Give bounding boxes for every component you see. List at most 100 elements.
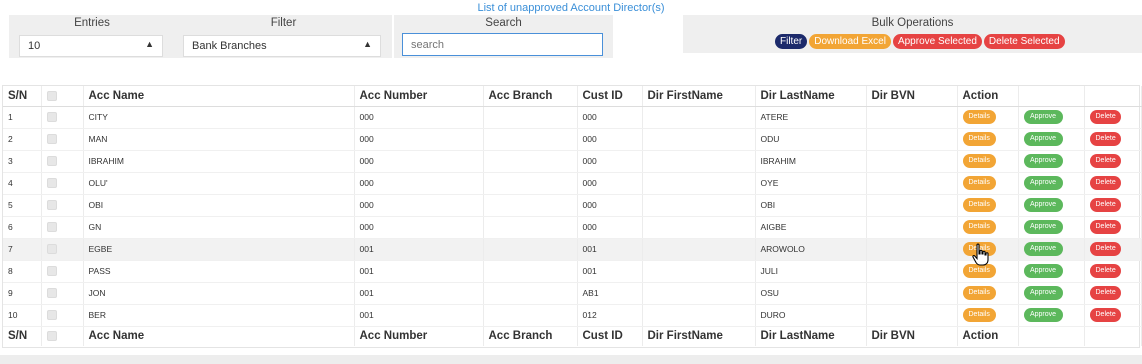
col-action: Action	[957, 325, 1019, 346]
row-checkbox[interactable]	[46, 134, 57, 145]
cell-sn: 8	[3, 260, 42, 283]
delete-button[interactable]: Delete	[1089, 264, 1121, 278]
cell-acc-number: 000	[354, 150, 484, 173]
download-excel-button[interactable]: Download Excel	[809, 34, 891, 49]
col-select[interactable]	[41, 325, 84, 346]
select-all-checkbox[interactable]	[46, 331, 57, 342]
delete-button[interactable]: Delete	[1089, 132, 1121, 146]
table-row[interactable]: 3 IBRAHIM 000 000 IBRAHIM Details Approve Delet…	[3, 150, 1142, 173]
approve-button[interactable]: Approve	[1023, 264, 1063, 278]
col-dir-bvn[interactable]: Dir BVN	[866, 86, 958, 107]
col-acc-number[interactable]: Acc Number	[354, 86, 484, 107]
cell-sn: 6	[3, 216, 42, 239]
row-checkbox[interactable]	[46, 288, 57, 299]
filter-select[interactable]: Bank Branches ▲	[183, 35, 381, 57]
cell-dir-bvn	[866, 304, 958, 327]
delete-button[interactable]: Delete	[1089, 198, 1121, 212]
details-button[interactable]: Details	[962, 198, 996, 212]
col-dir-firstname[interactable]: Dir FirstName	[642, 325, 756, 346]
row-checkbox[interactable]	[46, 200, 57, 211]
search-input[interactable]	[402, 33, 603, 56]
col-acc-branch[interactable]: Acc Branch	[483, 325, 578, 346]
details-button[interactable]: Details	[962, 176, 996, 190]
cell-acc-number: 000	[354, 216, 484, 239]
approve-button[interactable]: Approve	[1023, 176, 1063, 190]
filter-button[interactable]: Filter	[775, 34, 808, 49]
approve-button[interactable]: Approve	[1023, 286, 1063, 300]
col-acc-name[interactable]: Acc Name	[83, 325, 355, 346]
cell-select	[41, 282, 84, 305]
cell-cust-id: 001	[577, 238, 643, 261]
delete-button[interactable]: Delete	[1089, 220, 1121, 234]
delete-button[interactable]: Delete	[1089, 242, 1121, 256]
table-row[interactable]: 1 CITY 000 000 ATERE Details Approve Delete	[3, 106, 1142, 129]
row-checkbox[interactable]	[46, 310, 57, 321]
row-checkbox[interactable]	[46, 178, 57, 189]
cell-acc-number: 001	[354, 238, 484, 261]
details-button[interactable]: Details	[962, 154, 996, 168]
col-dir-firstname[interactable]: Dir FirstName	[642, 86, 756, 107]
cell-sn: 3	[3, 150, 42, 173]
col-select[interactable]	[41, 86, 84, 107]
approve-button[interactable]: Approve	[1023, 154, 1063, 168]
col-dir-lastname[interactable]: Dir LastName	[755, 86, 867, 107]
row-checkbox[interactable]	[46, 266, 57, 277]
delete-button[interactable]: Delete	[1089, 176, 1121, 190]
delete-button[interactable]: Delete	[1089, 110, 1121, 124]
cell-details: Details	[957, 282, 1019, 305]
row-checkbox[interactable]	[46, 222, 57, 233]
details-button[interactable]: Details	[962, 220, 996, 234]
details-button[interactable]: Details	[962, 286, 996, 300]
hand-pointer-icon	[972, 243, 989, 266]
row-checkbox[interactable]	[46, 112, 57, 123]
approve-selected-button[interactable]: Approve Selected	[892, 34, 982, 49]
cell-approve: Approve	[1018, 304, 1085, 327]
cell-cust-id: AB1	[577, 282, 643, 305]
approve-button[interactable]: Approve	[1023, 242, 1063, 256]
row-checkbox[interactable]	[46, 244, 57, 255]
col-sn[interactable]: S/N	[3, 325, 42, 346]
col-dir-lastname[interactable]: Dir LastName	[755, 325, 867, 346]
table-row[interactable]: 6 GN 000 000 AIGBE Details Approve Delete	[3, 216, 1142, 239]
approve-button[interactable]: Approve	[1023, 220, 1063, 234]
select-all-checkbox[interactable]	[46, 90, 57, 101]
table-row[interactable]: 2 MAN 000 000 ODU Details Approve Delete	[3, 128, 1142, 151]
cell-dir-firstname	[642, 172, 756, 195]
cell-approve: Approve	[1018, 238, 1085, 261]
col-acc-branch[interactable]: Acc Branch	[483, 86, 578, 107]
details-button[interactable]: Details	[962, 308, 996, 322]
col-acc-name[interactable]: Acc Name	[83, 86, 355, 107]
approve-button[interactable]: Approve	[1023, 198, 1063, 212]
col-acc-number[interactable]: Acc Number	[354, 325, 484, 346]
table-row[interactable]: 5 OBI 000 000 OBI Details Approve Delete	[3, 194, 1142, 217]
cell-dir-lastname: OSU	[755, 282, 867, 305]
details-button[interactable]: Details	[962, 110, 996, 124]
cell-approve: Approve	[1018, 194, 1085, 217]
cell-approve: Approve	[1018, 216, 1085, 239]
col-cust-id[interactable]: Cust ID	[577, 86, 643, 107]
col-dir-bvn[interactable]: Dir BVN	[866, 325, 958, 346]
details-button[interactable]: Details	[962, 132, 996, 146]
entries-select[interactable]: 10 ▲	[19, 35, 163, 57]
cell-approve: Approve	[1018, 150, 1085, 173]
table-row[interactable]: 10 BER 001 012 DURO Details Approve Delete	[3, 304, 1142, 327]
table-row[interactable]: 9 JON 001 AB1 OSU Details Approve Delete	[3, 282, 1142, 305]
cell-acc-branch	[483, 128, 578, 151]
table-row[interactable]: 4 OLU' 000 000 OYE Details Approve Delete	[3, 172, 1142, 195]
col-cust-id[interactable]: Cust ID	[577, 325, 643, 346]
col-sn[interactable]: S/N	[3, 86, 42, 107]
filter-label: Filter	[270, 17, 297, 29]
cell-cust-id: 000	[577, 150, 643, 173]
delete-selected-button[interactable]: Delete Selected	[983, 34, 1065, 49]
col-delete	[1084, 325, 1142, 346]
search-label: Search	[485, 17, 522, 29]
approve-button[interactable]: Approve	[1023, 308, 1063, 322]
delete-button[interactable]: Delete	[1089, 154, 1121, 168]
approve-button[interactable]: Approve	[1023, 110, 1063, 124]
delete-button[interactable]: Delete	[1089, 308, 1121, 322]
approve-button[interactable]: Approve	[1023, 132, 1063, 146]
cell-approve: Approve	[1018, 172, 1085, 195]
row-checkbox[interactable]	[46, 156, 57, 167]
delete-button[interactable]: Delete	[1089, 286, 1121, 300]
cell-dir-firstname	[642, 106, 756, 129]
